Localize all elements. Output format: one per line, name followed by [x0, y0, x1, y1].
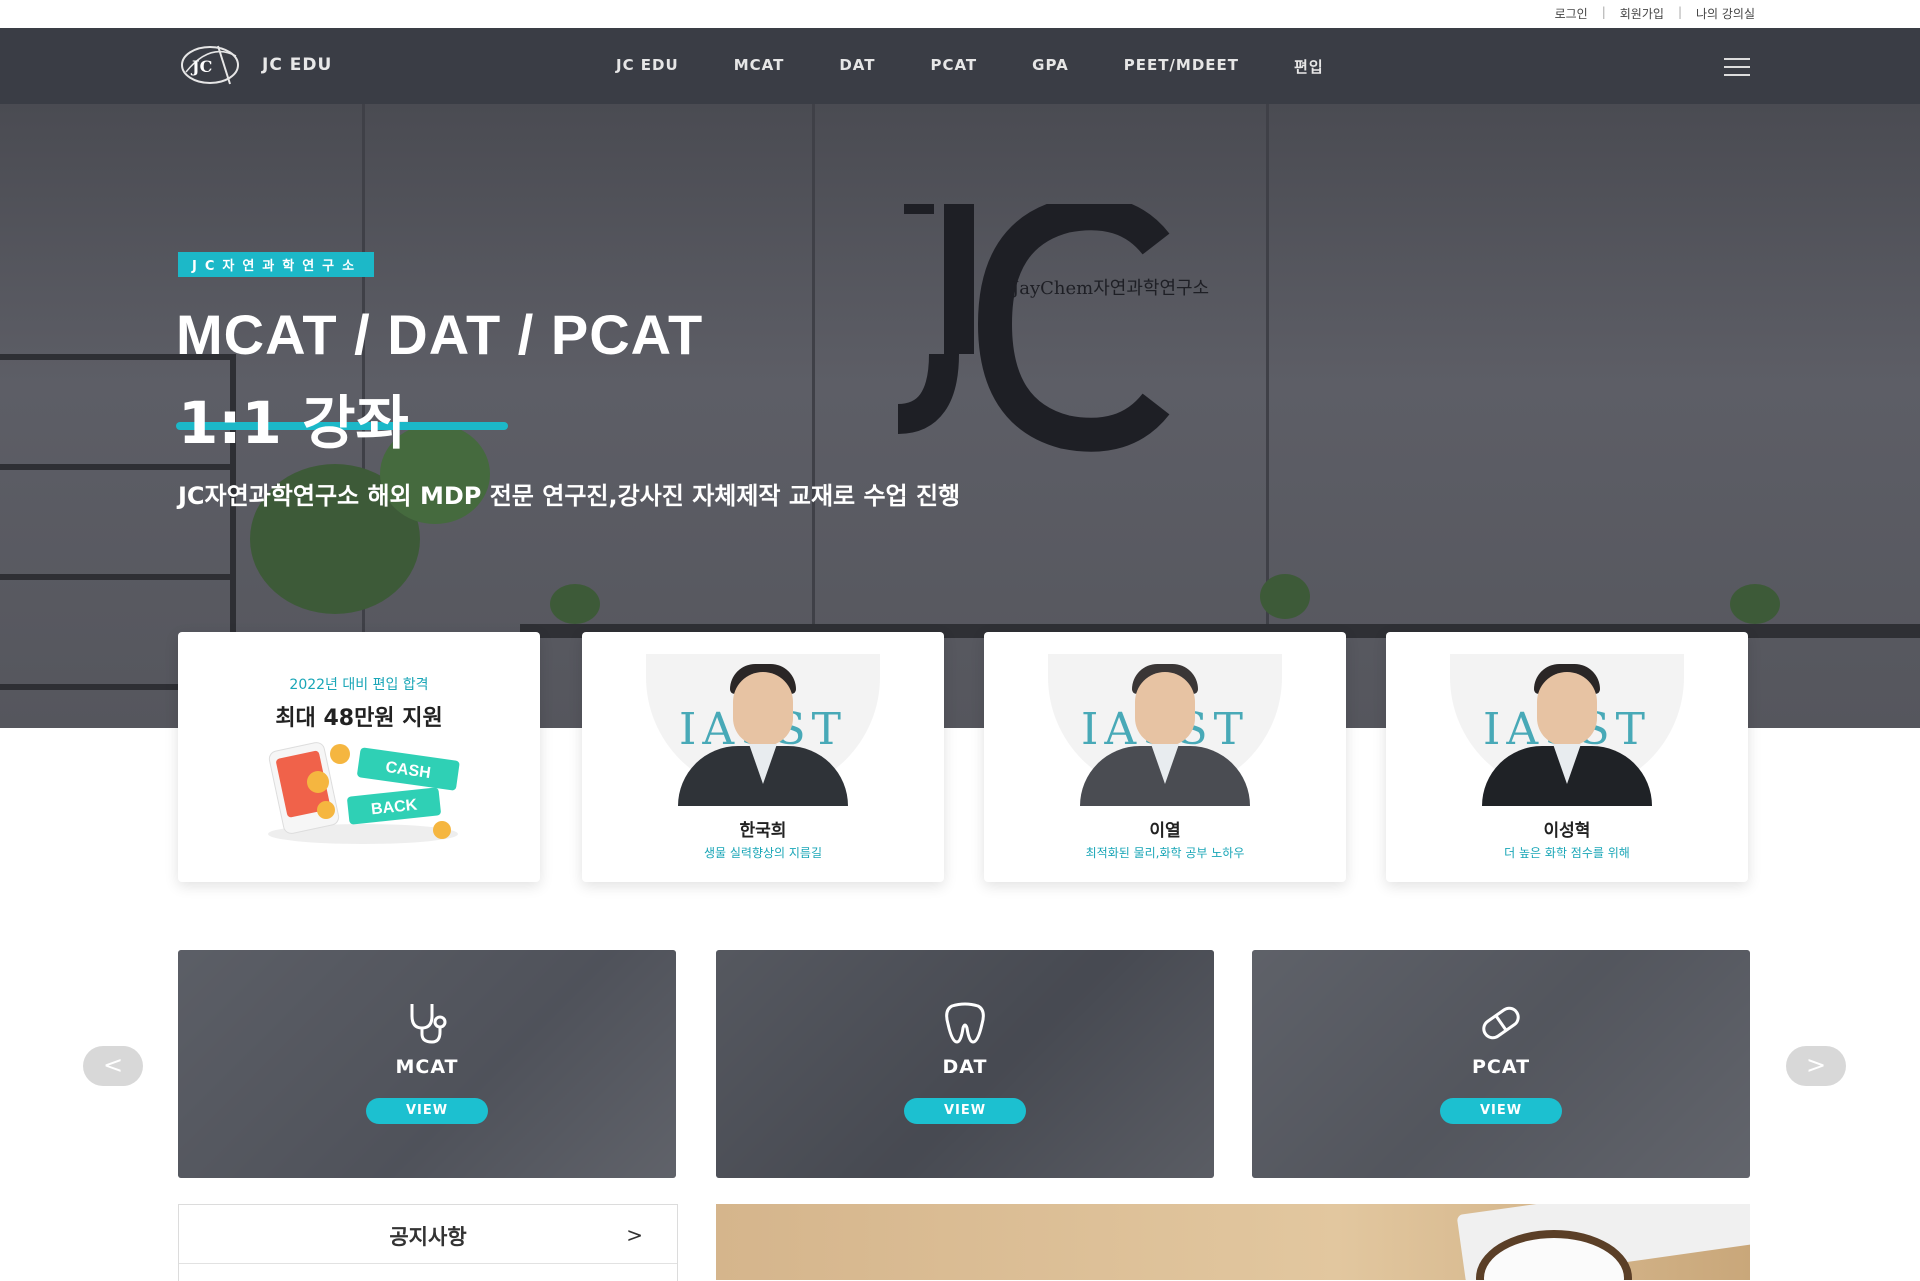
view-button[interactable]: VIEW — [904, 1098, 1026, 1124]
carousel-next-button[interactable]: > — [1786, 1046, 1846, 1086]
nav-item-transfer[interactable]: 편입 — [1294, 56, 1324, 77]
view-button[interactable]: VIEW — [1440, 1098, 1562, 1124]
hamburger-menu-icon[interactable] — [1724, 58, 1750, 76]
site-logo[interactable]: JC JC EDU — [178, 42, 332, 88]
plant-decoration — [1260, 574, 1310, 619]
instructor-name: 이열 — [1149, 821, 1181, 841]
nav-item-peet-mdeet[interactable]: PEET/MDEET — [1124, 56, 1239, 77]
my-classroom-link[interactable]: 나의 강의실 — [1696, 5, 1755, 22]
instructor-name: 한국희 — [739, 821, 787, 841]
signup-link[interactable]: 회원가입 — [1620, 5, 1664, 22]
instructor-card[interactable]: IASST 이열 최적화된 물리,화학 공부 노하우 — [984, 632, 1346, 882]
course-title: PCAT — [1471, 1056, 1531, 1078]
course-title: DAT — [942, 1056, 988, 1078]
nav-item-pcat[interactable]: PCAT — [930, 56, 977, 77]
plant-decoration — [1730, 584, 1780, 624]
hero-title: MCAT / DAT / PCAT — [176, 303, 704, 366]
chevron-right-icon[interactable]: > — [626, 1223, 643, 1247]
stethoscope-icon — [410, 1004, 447, 1044]
separator: | — [1601, 5, 1606, 19]
cashback-icon: CASH BACK — [268, 742, 460, 844]
instructor-photo: IASST — [1048, 654, 1282, 806]
utility-links: 로그인 | 회원가입 | 나의 강의실 — [1555, 5, 1755, 22]
main-nav: JC JC EDU JC EDU MCAT DAT PCAT GPA PEET/… — [0, 28, 1920, 104]
course-title: MCAT — [395, 1056, 459, 1078]
tooth-icon — [945, 1002, 985, 1044]
view-button[interactable]: VIEW — [366, 1098, 488, 1124]
nav-item-dat[interactable]: DAT — [839, 56, 875, 77]
instructor-desc: 최적화된 물리,화학 공부 노하우 — [1085, 846, 1245, 860]
pill-icon — [1482, 1006, 1520, 1040]
hero-description: JC자연과학연구소 해외 MDP 전문 연구진,강사진 자체제작 교재로 수업 … — [178, 482, 961, 510]
brand-name: JC EDU — [262, 55, 333, 75]
instructor-photo: IASST — [646, 654, 880, 806]
utility-bar: 로그인 | 회원가입 | 나의 강의실 — [0, 0, 1920, 28]
nav-item-jc-edu[interactable]: JC EDU — [616, 56, 679, 77]
instructor-name: 이성혁 — [1543, 821, 1591, 841]
instructor-card[interactable]: IASST 한국희 생물 실력향상의 지름길 — [582, 632, 944, 882]
course-tile-pcat[interactable]: PCAT VIEW — [1252, 950, 1750, 1178]
divider — [179, 1263, 677, 1264]
carousel-prev-button[interactable]: < — [83, 1046, 143, 1086]
instructor-photo: IASST — [1450, 654, 1684, 806]
login-link[interactable]: 로그인 — [1555, 5, 1588, 22]
course-tile-mcat[interactable]: MCAT VIEW — [178, 950, 676, 1178]
nav-item-gpa[interactable]: GPA — [1032, 56, 1069, 77]
logo-mark-text: JC — [190, 57, 212, 76]
promo-sub: 2022년 대비 편입 합격 — [289, 677, 429, 693]
instructor-card[interactable]: IASST 이성혁 더 높은 화학 점수를 위해 — [1386, 632, 1748, 882]
instructor-desc: 생물 실력향상의 지름길 — [703, 846, 823, 860]
promo-card[interactable]: 2022년 대비 편입 합격 최대 48만원 지원 CASH BACK — [178, 632, 540, 882]
notice-title[interactable]: 공지사항 — [179, 1221, 677, 1251]
notice-panel: 공지사항 > — [178, 1204, 678, 1281]
hero-badge: JC자연과학연구소 — [178, 252, 375, 277]
jc-wall-logo — [897, 204, 1170, 452]
nav-menu: JC EDU MCAT DAT PCAT GPA PEET/MDEET 편입 — [616, 56, 1379, 77]
hero-subtitle: 1:1 강좌 — [178, 389, 409, 457]
instructor-desc: 더 높은 화학 점수를 위해 — [1504, 846, 1630, 860]
wall-sign-text: JayChem자연과학연구소 — [1012, 278, 1210, 299]
plant-decoration — [550, 584, 600, 624]
promo-main: 최대 48만원 지원 — [275, 706, 443, 731]
course-tile-dat[interactable]: DAT VIEW — [716, 950, 1214, 1178]
separator: | — [1677, 5, 1682, 19]
desk-banner-image[interactable] — [716, 1204, 1750, 1280]
nav-item-mcat[interactable]: MCAT — [734, 56, 785, 77]
jc-logo-icon: JC — [178, 42, 242, 88]
